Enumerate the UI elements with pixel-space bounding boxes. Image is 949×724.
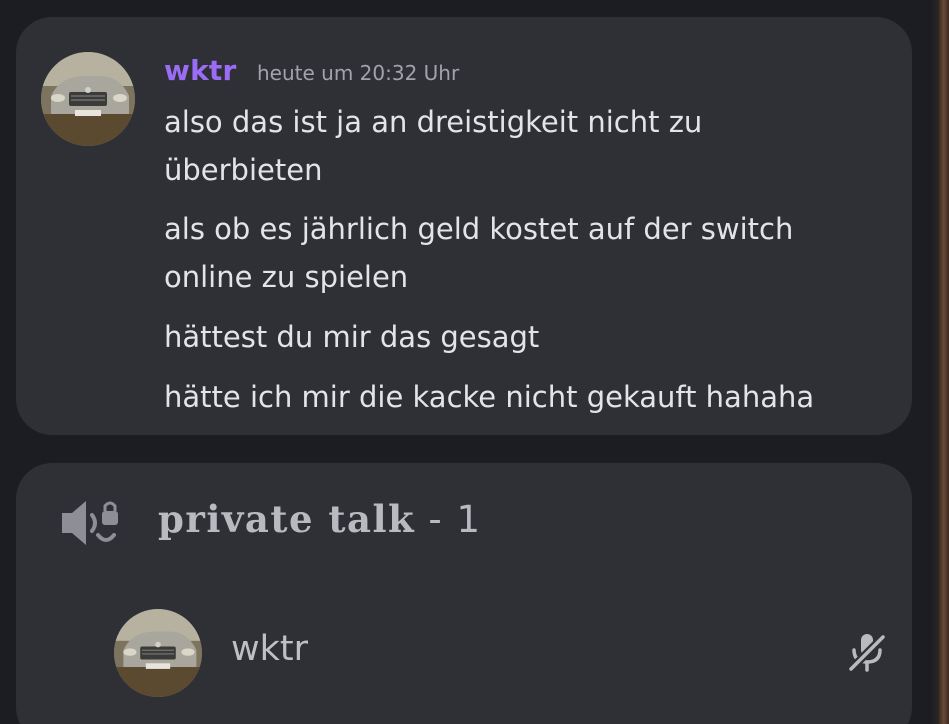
voice-member-avatar[interactable] <box>114 609 202 697</box>
voice-channel-name[interactable]: private talk - 1 <box>158 497 482 541</box>
message-author[interactable]: wktr <box>164 54 236 87</box>
message-line: hättest du mir das gesagt <box>164 320 540 354</box>
message-line: hätte ich mir die kacke nicht gekauft ha… <box>164 380 815 414</box>
message-timestamp: heute um 20:32 Uhr <box>257 61 460 85</box>
message-line: also das ist ja an dreistigkeit nicht zu… <box>164 105 703 187</box>
chat-screen: wktr heute um 20:32 Uhr also das ist ja … <box>0 0 949 724</box>
message-line: als ob es jährlich geld kostet auf der s… <box>164 212 794 294</box>
speaker-lock-icon <box>58 491 124 555</box>
avatar[interactable] <box>41 52 135 146</box>
voice-member-name[interactable]: wktr <box>231 629 308 669</box>
voice-channel-title: private talk <box>158 497 416 541</box>
background-edge <box>931 0 949 724</box>
voice-channel-suffix: - 1 <box>415 498 482 541</box>
muted-microphone-icon <box>845 630 889 674</box>
